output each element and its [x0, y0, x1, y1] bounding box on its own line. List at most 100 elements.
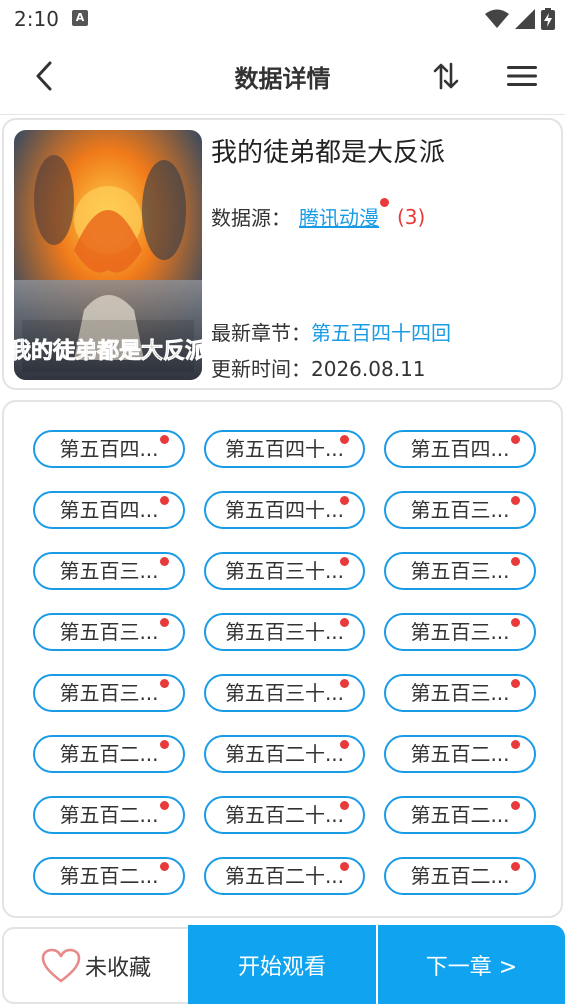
start-label: 开始观看 — [237, 954, 326, 980]
status-bar: 2:10 A — [0, 0, 565, 38]
sort-button[interactable] — [428, 58, 464, 94]
chapter-item[interactable]: 第五百四... — [33, 430, 185, 468]
new-badge-dot — [511, 679, 520, 688]
chapter-label: 第五百三... — [59, 559, 159, 583]
chapter-item[interactable]: 第五百三... — [33, 613, 185, 651]
chapter-item[interactable]: 第五百二... — [33, 735, 185, 773]
chapter-item[interactable]: 第五百三... — [384, 613, 536, 651]
chapter-item[interactable]: 第五百三十... — [204, 552, 365, 590]
chapter-label: 第五百四... — [59, 498, 159, 522]
notification-a-icon: A — [72, 10, 88, 26]
new-badge-dot — [160, 740, 169, 749]
chapter-item[interactable]: 第五百三... — [33, 674, 185, 712]
book-title: 我的徒弟都是大反派 — [211, 138, 446, 168]
new-badge-dot — [340, 740, 349, 749]
chapter-item[interactable]: 第五百二... — [384, 796, 536, 834]
update-label: 更新时间： — [211, 357, 311, 381]
signal-icon — [515, 9, 535, 29]
chapter-label: 第五百二... — [59, 803, 159, 827]
new-badge-dot — [160, 618, 169, 627]
latest-label: 最新章节： — [211, 321, 311, 345]
chapter-label: 第五百三... — [410, 620, 510, 644]
new-badge-dot — [340, 862, 349, 871]
menu-button[interactable] — [502, 58, 542, 94]
chapter-label: 第五百三... — [59, 681, 159, 705]
new-badge-dot — [511, 740, 520, 749]
chapter-item[interactable]: 第五百二... — [33, 796, 185, 834]
bottom-action-bar: 未收藏 开始观看 下一章 > — [0, 925, 565, 1004]
top-app-bar: 数据详情 — [0, 40, 565, 115]
chapter-item[interactable]: 第五百二十... — [204, 735, 365, 773]
chapter-label: 第五百二... — [59, 742, 159, 766]
chapter-label: 第五百三... — [410, 559, 510, 583]
new-badge-dot — [511, 557, 520, 566]
chapter-label: 第五百三... — [410, 498, 510, 522]
hamburger-menu-icon — [507, 66, 537, 86]
new-badge-dot — [160, 435, 169, 444]
latest-chapter-link[interactable]: 第五百四十四回 — [311, 321, 451, 345]
start-watching-button[interactable]: 开始观看 — [188, 925, 376, 1004]
source-label: 数据源： — [211, 206, 291, 230]
chapter-item[interactable]: 第五百四十... — [204, 491, 365, 529]
status-icons — [485, 8, 555, 30]
new-badge-dot — [340, 557, 349, 566]
source-count: (3) — [397, 204, 426, 229]
chapter-label: 第五百二十... — [224, 803, 345, 827]
source-row: 数据源： 腾讯动漫 (3) — [211, 198, 426, 231]
next-label: 下一章 > — [425, 954, 518, 980]
chapter-label: 第五百二... — [410, 803, 510, 827]
status-time: 2:10 — [14, 7, 59, 31]
chapter-item[interactable]: 第五百三... — [384, 552, 536, 590]
battery-charging-icon — [541, 8, 555, 30]
new-badge-dot — [511, 862, 520, 871]
chapter-label: 第五百三... — [59, 620, 159, 644]
chapter-item[interactable]: 第五百三... — [384, 674, 536, 712]
chapter-label: 第五百二... — [410, 864, 510, 888]
chapter-item[interactable]: 第五百四... — [33, 491, 185, 529]
next-chapter-button[interactable]: 下一章 > — [378, 925, 565, 1004]
cover-title-art: 我的徒弟都是大反派 — [14, 338, 202, 364]
chapter-item[interactable]: 第五百二... — [384, 735, 536, 773]
source-badge-dot — [380, 198, 389, 207]
chapter-list-panel: 第五百四... 第五百四十... 第五百四... 第五百四... 第五百四十... 第五百… — [2, 400, 563, 918]
chapter-item[interactable]: 第五百二... — [384, 857, 536, 895]
new-badge-dot — [160, 679, 169, 688]
chapter-label: 第五百四十... — [224, 498, 345, 522]
page-title: 数据详情 — [234, 65, 331, 93]
source-link[interactable]: 腾讯动漫 — [299, 198, 389, 231]
new-badge-dot — [160, 862, 169, 871]
wifi-icon — [485, 9, 509, 28]
chapter-label: 第五百二... — [410, 742, 510, 766]
cover-artwork: 我的徒弟都是大反派 — [14, 130, 202, 380]
new-badge-dot — [340, 618, 349, 627]
chapter-item[interactable]: 第五百二十... — [204, 857, 365, 895]
new-badge-dot — [511, 801, 520, 810]
favorite-button[interactable]: 未收藏 — [2, 927, 188, 1004]
chapter-item[interactable]: 第五百三... — [384, 491, 536, 529]
chapter-item[interactable]: 第五百二十... — [204, 796, 365, 834]
new-badge-dot — [511, 618, 520, 627]
new-badge-dot — [160, 801, 169, 810]
chapter-item[interactable]: 第五百三十... — [204, 613, 365, 651]
new-badge-dot — [340, 496, 349, 505]
new-badge-dot — [340, 435, 349, 444]
chapter-item[interactable]: 第五百三十... — [204, 674, 365, 712]
chapter-label: 第五百三... — [410, 681, 510, 705]
chapter-item[interactable]: 第五百四十... — [204, 430, 365, 468]
book-info-card: 我的徒弟都是大反派 我的徒弟都是大反派 数据源： 腾讯动漫 (3) 最新章节：第… — [2, 118, 563, 390]
new-badge-dot — [511, 496, 520, 505]
chapter-label: 第五百四... — [59, 437, 159, 461]
chapter-item[interactable]: 第五百三... — [33, 552, 185, 590]
book-cover-image[interactable]: 我的徒弟都是大反派 — [14, 130, 202, 380]
chapter-label: 第五百二十... — [224, 742, 345, 766]
new-badge-dot — [160, 557, 169, 566]
chapter-label: 第五百四... — [410, 437, 510, 461]
new-badge-dot — [511, 435, 520, 444]
chapter-label: 第五百四十... — [224, 437, 345, 461]
chapter-item[interactable]: 第五百二... — [33, 857, 185, 895]
source-name: 腾讯动漫 — [299, 206, 379, 230]
chapter-label: 第五百三十... — [224, 681, 345, 705]
sort-arrows-icon — [433, 62, 459, 90]
chapter-item[interactable]: 第五百四... — [384, 430, 536, 468]
chapter-label: 第五百二... — [59, 864, 159, 888]
